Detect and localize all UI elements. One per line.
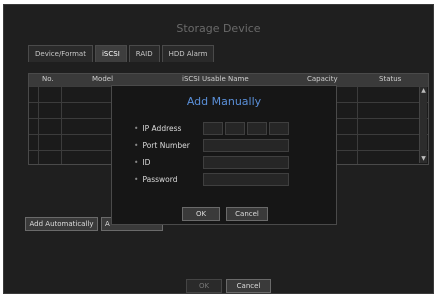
column-divider	[38, 86, 39, 164]
add-automatically-button[interactable]: Add Automatically	[25, 217, 98, 231]
password-field[interactable]	[203, 173, 289, 186]
bullet-icon: •	[134, 175, 139, 184]
col-model: Model	[92, 75, 114, 83]
col-iscsi-name: iSCSI Usable Name	[182, 75, 249, 83]
ok-button[interactable]: OK	[186, 279, 222, 293]
id-label: • ID	[134, 158, 151, 167]
table-scrollbar[interactable]: ▲ ▼	[419, 87, 427, 163]
ip-octet-3[interactable]	[247, 122, 267, 135]
ip-address-field	[203, 122, 291, 135]
tab-bar: Device/Format iSCSI RAID HDD Alarm	[28, 45, 216, 62]
tab-device-format[interactable]: Device/Format	[28, 45, 93, 62]
bullet-icon: •	[134, 158, 139, 167]
ip-octet-1[interactable]	[203, 122, 223, 135]
tab-raid[interactable]: RAID	[128, 45, 160, 62]
ip-address-label: • IP Address	[134, 124, 182, 133]
col-status: Status	[379, 75, 402, 83]
port-number-label: • Port Number	[134, 141, 190, 150]
column-divider	[357, 86, 358, 164]
ip-octet-4[interactable]	[269, 122, 289, 135]
bullet-icon: •	[134, 141, 139, 150]
ip-octet-2[interactable]	[225, 122, 245, 135]
column-divider	[61, 86, 62, 164]
dialog-title: Add Manually	[186, 95, 262, 108]
port-number-field[interactable]	[203, 139, 289, 152]
dialog-cancel-button[interactable]: Cancel	[226, 207, 268, 221]
tab-hdd-alarm[interactable]: HDD Alarm	[161, 45, 215, 62]
tab-iscsi[interactable]: iSCSI	[94, 45, 127, 62]
bullet-icon: •	[134, 124, 139, 133]
scroll-down-icon[interactable]: ▼	[420, 155, 427, 163]
col-no: No.	[42, 75, 54, 83]
window-title: Storage Device	[176, 22, 261, 35]
id-field[interactable]	[203, 156, 289, 169]
dialog-ok-button[interactable]: OK	[182, 207, 220, 221]
scroll-up-icon[interactable]: ▲	[420, 87, 427, 95]
add-manually-dialog: Add Manually • IP Address • Port Number • I…	[111, 85, 337, 225]
cancel-button[interactable]: Cancel	[226, 279, 271, 293]
password-label: • Password	[134, 175, 178, 184]
col-capacity: Capacity	[307, 75, 338, 83]
